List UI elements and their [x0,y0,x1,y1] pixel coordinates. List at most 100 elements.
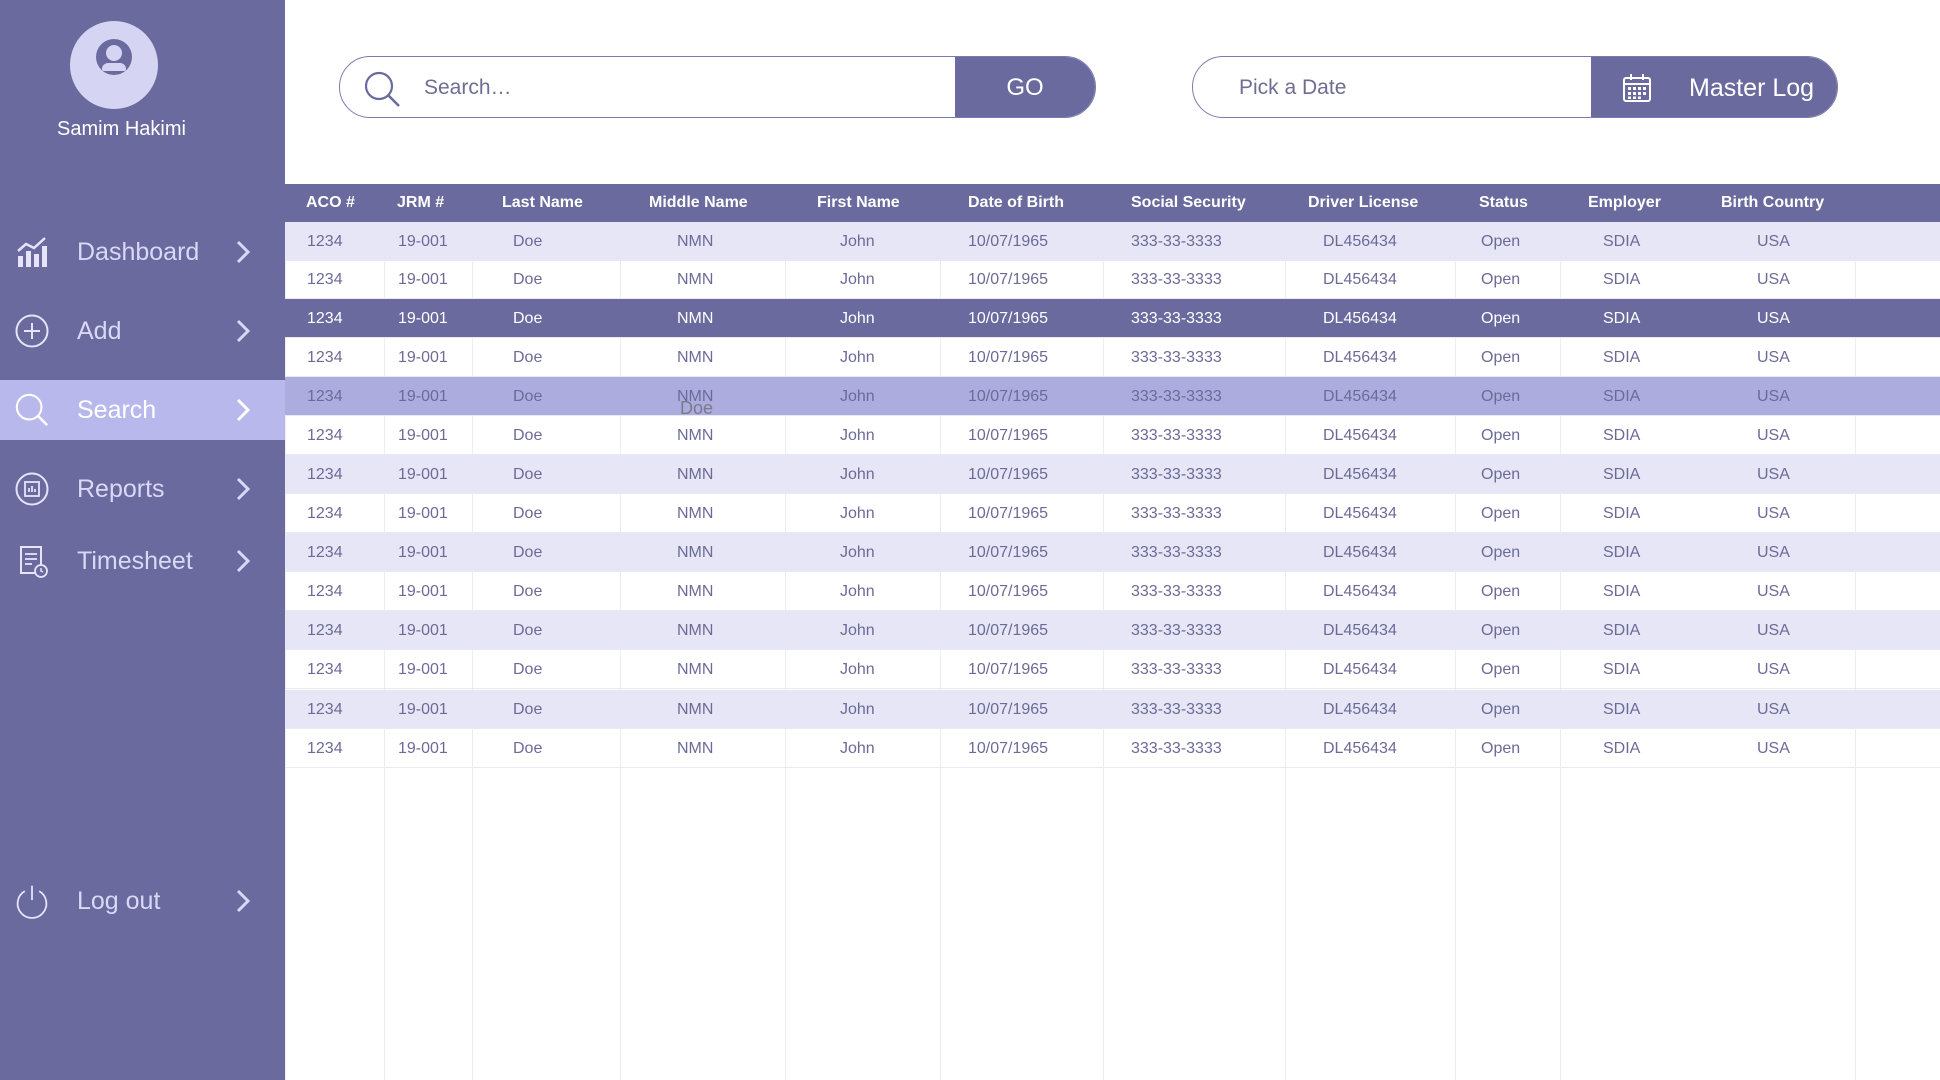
date-input[interactable] [1239,57,1579,117]
table-cell: Open [1481,740,1521,757]
search-icon [364,71,400,107]
table-cell: 333-33-3333 [1131,701,1222,718]
table-cell: DL456434 [1323,271,1397,288]
table-cell: USA [1757,466,1790,483]
table-cell: NMN [677,427,714,444]
table-cell: DL456434 [1323,583,1397,600]
column-header[interactable]: Date of Birth [968,184,1064,222]
table-cell: NMN [677,310,714,327]
table-cell: SDIA [1603,388,1641,405]
table-cell: DL456434 [1323,701,1397,718]
user-name: Samim Hakimi [57,118,186,140]
table-row[interactable]: 1234 19-001 Doe NMN John 10/07/1965 333-33-333… [285,338,1940,377]
master-log-label: Master Log [1689,74,1815,102]
chevron-right-icon [236,477,251,501]
table-cell: NMN [677,349,714,366]
table-row[interactable]: 1234 19-001 Doe NMN John 10/07/1965 333-33-333… [285,650,1940,689]
table-cell: 1234 [307,740,343,757]
table-cell: Open [1481,505,1521,522]
table-cell: 10/07/1965 [968,388,1049,405]
table-row[interactable]: 1234 19-001 Doe NMN John 10/07/1965 333-33-333… [285,494,1940,533]
sidebar-item-search[interactable]: Search [0,380,285,440]
table-cell: SDIA [1603,233,1641,250]
date-picker-bar: Master Log [1192,56,1838,118]
table-cell: John [840,466,875,483]
table-row[interactable]: 1234 19-001 Doe NMN John 10/07/1965 333-33-333… [285,572,1940,611]
chevron-right-icon [236,240,251,264]
table-row[interactable]: 1234 19-001 Doe NMN John 10/07/1965 333-33-333… [285,260,1940,299]
table-cell: John [840,505,875,522]
table-cell: John [840,701,875,718]
table-cell: 333-33-3333 [1131,349,1222,366]
table-cell: 1234 [307,583,343,600]
chevron-right-icon [236,319,251,343]
table-row[interactable]: 1234 19-001 Doe NMN John 10/07/1965 333-33-333… [285,611,1940,650]
table-cell: 19-001 [398,310,448,327]
column-header[interactable]: Birth Country [1721,184,1824,222]
master-log-button[interactable]: Master Log [1591,57,1837,117]
column-header[interactable]: Employer [1588,184,1661,222]
table-cell: John [840,427,875,444]
sidebar-item-dashboard[interactable]: Dashboard [0,222,285,282]
sidebar-item-reports[interactable]: Reports [0,459,285,519]
table-row[interactable]: 1234 19-001 Doe NMN John 10/07/1965 333-33-333… [285,416,1940,455]
table-cell: 19-001 [398,622,448,639]
table-cell: NMN [677,233,714,250]
table-cell: USA [1757,349,1790,366]
column-header[interactable]: Middle Name [649,184,748,222]
avatar[interactable] [70,21,158,109]
table-cell: 10/07/1965 [968,349,1049,366]
table-cell: SDIA [1603,622,1641,639]
column-header[interactable]: Last Name [502,184,583,222]
table-cell: 333-33-3333 [1131,310,1222,327]
sidebar-item-timesheet[interactable]: Timesheet [0,531,285,591]
table-cell: 19-001 [398,740,448,757]
table-cell: Doe [513,388,543,405]
table-cell: Open [1481,701,1521,718]
table-row[interactable]: 1234 19-001 Doe NMN John 10/07/1965 333-33-333… [285,729,1940,768]
table-cell: 1234 [307,271,343,288]
column-header[interactable]: Status [1479,184,1528,222]
table-cell: Open [1481,233,1521,250]
table-row[interactable]: 1234 19-001 Doe NMN John 10/07/1965 333-33-333… [285,455,1940,494]
table-cell: John [840,622,875,639]
table-cell: SDIA [1603,310,1641,327]
table-cell: 1234 [307,544,343,561]
table-cell: Doe [513,233,543,250]
results-table: ACO # JRM # Last Name Middle Name First Name… [285,184,1940,1080]
table-cell: Open [1481,622,1521,639]
drag-ghost-text: Doe [680,398,714,418]
table-cell: 1234 [307,427,343,444]
column-header[interactable]: First Name [817,184,900,222]
table-cell: USA [1757,740,1790,757]
table-cell: SDIA [1603,505,1641,522]
column-header[interactable]: ACO # [306,184,355,222]
table-row[interactable]: 1234 19-001 Doe NMN John 10/07/1965 333-33-333… [285,690,1940,729]
table-cell: USA [1757,427,1790,444]
go-button[interactable]: GO [955,57,1095,117]
table-cell: NMN [677,661,714,678]
logout-button[interactable]: Log out [0,871,285,931]
search-input[interactable] [424,57,924,117]
table-cell: NMN [677,466,714,483]
table-cell: 10/07/1965 [968,310,1049,327]
sidebar-item-add[interactable]: Add [0,301,285,361]
table-cell: 333-33-3333 [1131,271,1222,288]
table-row[interactable]: 1234 19-001 Doe NMN John 10/07/1965 333-33-333… [285,222,1940,261]
table-cell: USA [1757,310,1790,327]
report-icon [14,471,50,507]
sidebar-item-label: Add [77,316,122,345]
calendar-icon [1623,74,1651,102]
table-cell: 1234 [307,505,343,522]
chevron-right-icon [236,398,251,422]
table-cell: 19-001 [398,427,448,444]
table-cell: 1234 [307,466,343,483]
column-header[interactable]: Social Security [1131,184,1246,222]
table-row[interactable]: 1234 19-001 Doe NMN John 10/07/1965 333-33-333… [285,377,1940,416]
column-header[interactable]: JRM # [397,184,444,222]
table-row[interactable]: 1234 19-001 Doe NMN John 10/07/1965 333-33-333… [285,533,1940,572]
column-header[interactable]: Driver License [1308,184,1418,222]
table-row[interactable]: 1234 19-001 Doe NMN John 10/07/1965 333-33-333… [285,299,1940,338]
table-cell: Open [1481,271,1521,288]
table-cell: 10/07/1965 [968,583,1049,600]
